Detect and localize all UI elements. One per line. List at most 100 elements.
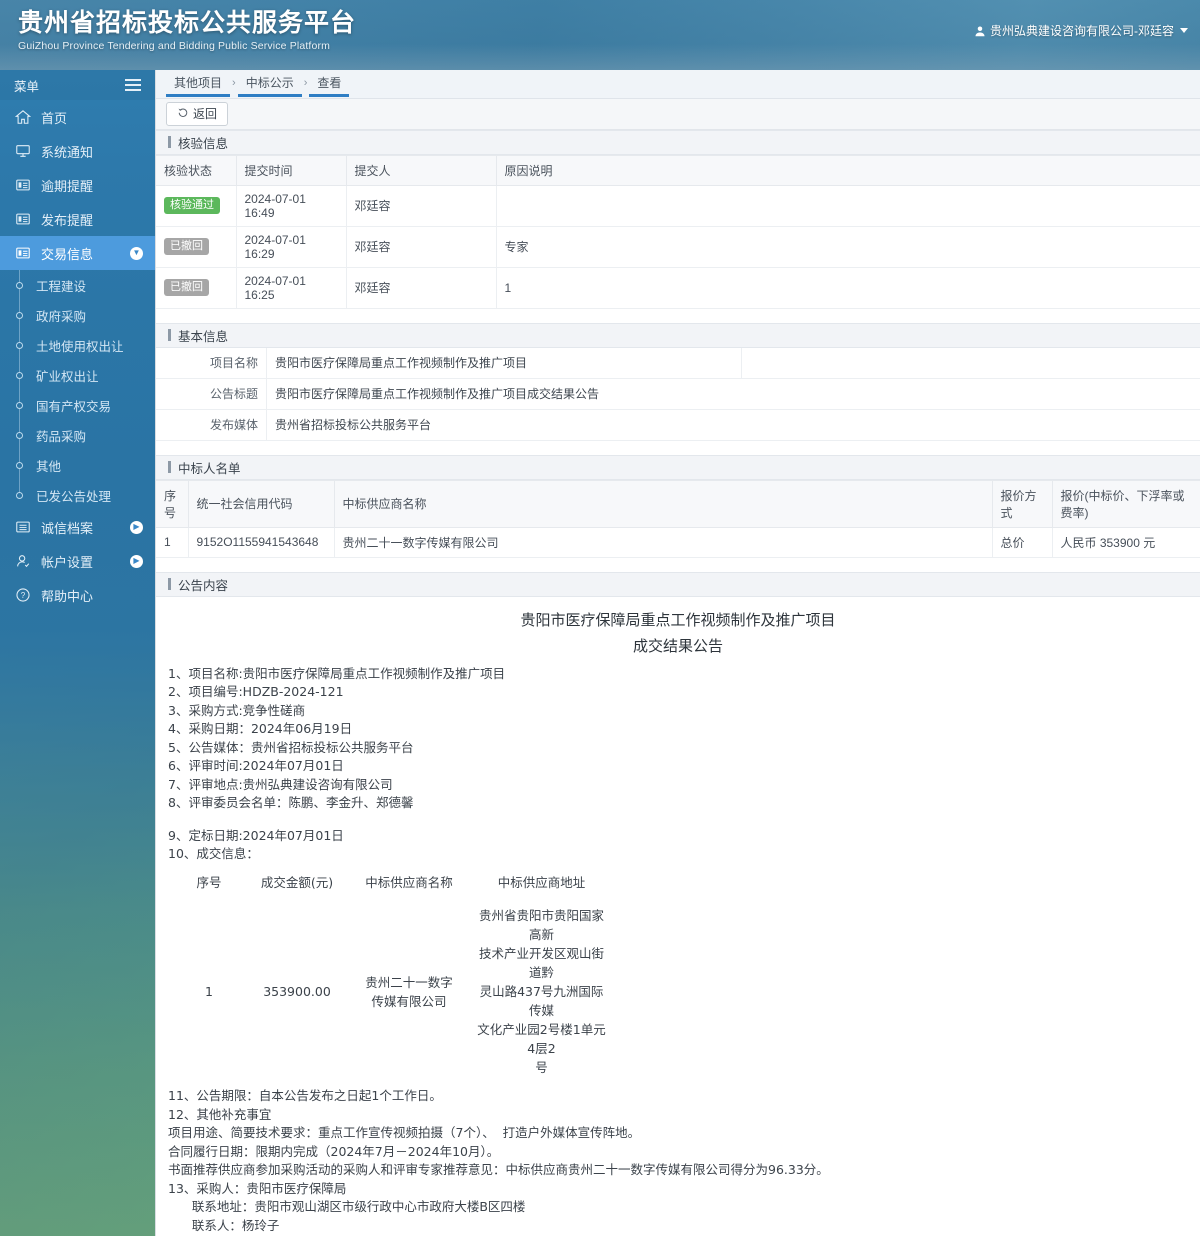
breadcrumb-item-other-project[interactable]: 其他项目	[166, 71, 231, 97]
cell-supplier: 贵州二十一数字 传媒有限公司	[365, 974, 453, 1009]
sidebar-subitem-state-property[interactable]: 国有产权交易	[0, 390, 155, 420]
user-name: 贵州弘典建设咨询有限公司-邓廷容	[990, 24, 1174, 38]
archive-icon	[14, 519, 31, 536]
section-header-basic: 基本信息	[156, 322, 1200, 348]
result-info-table: 序号 成交金额(元) 中标供应商名称 中标供应商地址 1 353900.00 贵…	[178, 870, 619, 1082]
sidebar-item-label: 帐户设置	[41, 554, 94, 570]
column-header-submitter: 提交人	[346, 154, 497, 186]
announcement-line: 8、评审委员会名单：陈鹏、李金升、郑德馨	[168, 795, 414, 811]
field-label: 公告标题	[156, 378, 266, 409]
undo-arrow-icon	[177, 106, 189, 121]
sidebar-subitem-label: 药品采购	[36, 429, 87, 444]
sidebar-subitem-land-use-rights[interactable]: 土地使用权出让	[0, 330, 155, 360]
cell-reason: 专家	[496, 226, 1200, 268]
section-marker	[168, 329, 171, 342]
breadcrumb-separator: ›	[232, 76, 236, 89]
field-value-announcement-title[interactable]: 贵阳市医疗保障局重点工作视频制作及推广项目成交结果公告	[266, 378, 1200, 409]
page-root: 贵州省招标投标公共服务平台 GuiZhou Province Tendering…	[0, 0, 1200, 1236]
sidebar-item-transaction-info[interactable]: 交易信息 ▼	[0, 236, 155, 270]
field-value-project-name[interactable]: 贵阳市医疗保障局重点工作视频制作及推广项目	[266, 347, 742, 378]
section-marker	[168, 136, 171, 149]
sidebar-subitem-published-notice[interactable]: 已发公告处理	[0, 480, 155, 510]
back-button[interactable]: 返回	[166, 101, 229, 126]
announcement-line: 书面推荐供应商参加采购活动的采购人和评审专家推荐意见：中标供应商贵州二十一数字传…	[168, 1162, 829, 1178]
cell-status: 核验通过	[156, 185, 237, 227]
announcement-lines-top: 1、项目名称:贵阳市医疗保障局重点工作视频制作及推广项目 2、项目编号:HDZB…	[168, 665, 1188, 813]
cell-quote: 人民币 353900 元	[1052, 527, 1200, 558]
announcement-line: 合同履行日期：限期内完成（2024年7月－2024年10月）。	[168, 1143, 500, 1159]
sidebar-item-system-notice[interactable]: 系统通知	[0, 134, 155, 168]
basic-info-form: 项目名称 贵阳市医疗保障局重点工作视频制作及推广项目 公告标题 贵阳市医疗保障局…	[156, 347, 1200, 441]
sidebar-submenu: 工程建设 政府采购 土地使用权出让 矿业权出让 国有产权交易 药品采购 其他 已…	[0, 270, 155, 510]
sidebar-subitem-other[interactable]: 其他	[0, 450, 155, 480]
chevron-down-icon	[1180, 28, 1188, 33]
chevron-right-icon: ▶	[130, 554, 143, 568]
column-header-quote-type: 报价方式	[992, 479, 1053, 528]
sidebar-subitem-mining-rights[interactable]: 矿业权出让	[0, 360, 155, 390]
user-icon	[974, 25, 986, 37]
table-header-row: 序号 统一社会信用代码 中标供应商名称 报价方式 报价(中标价、下浮率或费率)	[156, 479, 1200, 528]
announcement-line: 5、公告媒体：贵州省招标投标公共服务平台	[168, 739, 414, 755]
hamburger-icon[interactable]	[125, 79, 141, 91]
announcement-line: 3、采购方式:竞争性磋商	[168, 702, 306, 718]
table-row: 已撤回 2024-07-01 16:29 邓廷容 专家	[156, 226, 1200, 268]
announcement-line: 10、成交信息：	[168, 846, 259, 862]
section-header-verify: 核验信息	[156, 129, 1200, 155]
svg-text:?: ?	[20, 591, 25, 600]
announcement-line: 12、其他补充事宜	[168, 1106, 272, 1122]
breadcrumb-item-bid-announcement[interactable]: 中标公示	[237, 71, 302, 97]
table-row: 核验通过 2024-07-01 16:49 邓廷容	[156, 185, 1200, 227]
field-label: 项目名称	[156, 347, 266, 378]
chevron-right-icon: ▶	[130, 520, 143, 534]
cell-amount: 353900.00	[263, 983, 331, 999]
section-title-text: 公告内容	[178, 578, 229, 593]
winner-table: 序号 统一社会信用代码 中标供应商名称 报价方式 报价(中标价、下浮率或费率) …	[156, 479, 1200, 558]
status-badge: 已撤回	[164, 238, 209, 256]
breadcrumb-item-view[interactable]: 查看	[309, 71, 350, 97]
sidebar-subitem-label: 其他	[36, 459, 62, 474]
announcement-line: 2、项目编号:HDZB-2024-121	[168, 684, 344, 700]
column-header-reason: 原因说明	[496, 154, 1200, 186]
list-icon	[14, 177, 31, 194]
cell-submit-time: 2024-07-01 16:49	[236, 185, 347, 227]
section-title-text: 基本信息	[178, 329, 229, 344]
sidebar-item-account-settings[interactable]: 帐户设置 ▶	[0, 544, 155, 578]
cell-reason: 1	[496, 267, 1200, 309]
cell-submit-time: 2024-07-01 16:25	[236, 267, 347, 309]
sidebar-item-help-center[interactable]: ? 帮助中心	[0, 578, 155, 612]
announcement-title-line1: 贵阳市医疗保障局重点工作视频制作及推广项目	[520, 610, 836, 629]
sidebar-item-label: 逾期提醒	[41, 178, 94, 194]
sidebar-item-label: 帮助中心	[41, 588, 94, 604]
sidebar-item-overdue-reminder[interactable]: 逾期提醒	[0, 168, 155, 202]
section-header-announcement: 公告内容	[156, 571, 1200, 597]
sidebar-subitem-label: 已发公告处理	[36, 489, 112, 504]
sidebar-header: 菜单	[0, 70, 155, 100]
form-row-publish-media: 发布媒体 贵州省招标投标公共服务平台	[156, 409, 1200, 441]
column-header-address: 中标供应商地址	[497, 874, 586, 890]
section-header-winner: 中标人名单	[156, 454, 1200, 480]
sidebar-subitem-gov-procurement[interactable]: 政府采购	[0, 300, 155, 330]
section-marker	[168, 578, 171, 591]
list-icon	[14, 211, 31, 228]
announcement-line: 7、评审地点:贵州弘典建设咨询有限公司	[168, 776, 393, 792]
sidebar-item-home[interactable]: 首页	[0, 100, 155, 134]
sidebar-item-label: 发布提醒	[41, 212, 94, 228]
user-menu[interactable]: 贵州弘典建设咨询有限公司-邓廷容	[974, 22, 1188, 39]
field-value-publish-media[interactable]: 贵州省招标投标公共服务平台	[266, 409, 1200, 440]
list-icon	[14, 245, 31, 262]
announcement-body: 贵阳市医疗保障局重点工作视频制作及推广项目 成交结果公告 1、项目名称:贵阳市医…	[156, 597, 1200, 1236]
app-header: 贵州省招标投标公共服务平台 GuiZhou Province Tendering…	[0, 0, 1200, 70]
sidebar-item-credit-archive[interactable]: 诚信档案 ▶	[0, 510, 155, 544]
status-badge: 核验通过	[164, 197, 220, 215]
sidebar-subitem-label: 工程建设	[36, 279, 87, 294]
announcement-line: 4、采购日期：2024年06月19日	[168, 721, 353, 737]
cell-submit-time: 2024-07-01 16:29	[236, 226, 347, 268]
cell-no: 1	[205, 983, 213, 999]
sidebar-subitem-engineering[interactable]: 工程建设	[0, 270, 155, 300]
sidebar-item-publish-reminder[interactable]: 发布提醒	[0, 202, 155, 236]
sidebar-subitem-drug-procurement[interactable]: 药品采购	[0, 420, 155, 450]
sidebar-item-label: 系统通知	[41, 144, 94, 160]
field-filler	[742, 348, 1200, 378]
announcement-title-line2: 成交结果公告	[632, 636, 723, 655]
announcement-line: 13、采购人：贵阳市医疗保障局	[168, 1180, 347, 1196]
